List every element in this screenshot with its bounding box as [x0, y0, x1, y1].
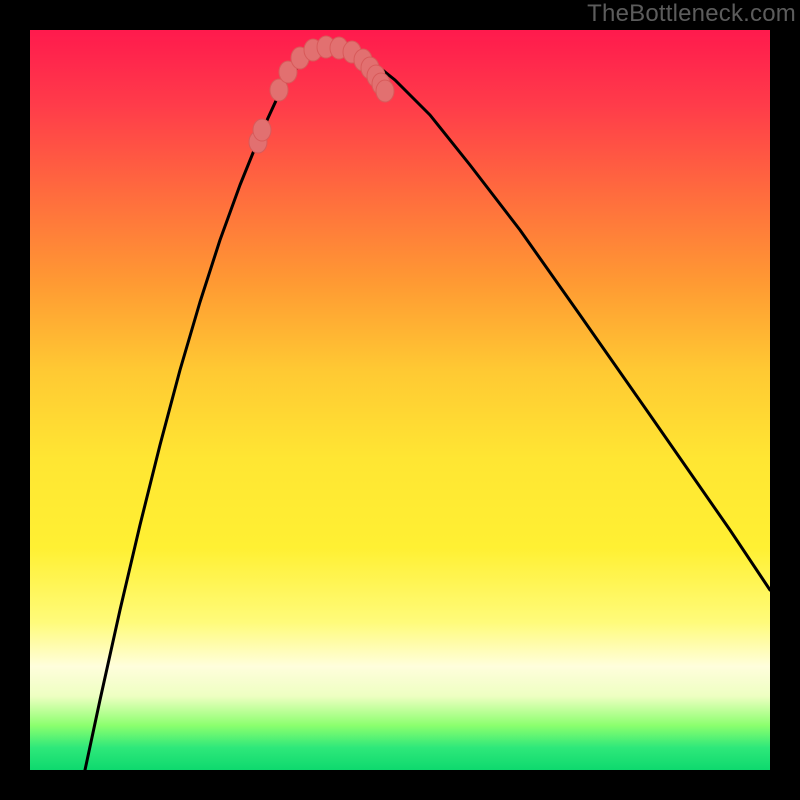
- chart-frame: TheBottleneck.com: [0, 0, 800, 800]
- data-marker: [253, 119, 271, 141]
- bottleneck-curve: [85, 47, 770, 770]
- chart-svg: [30, 30, 770, 770]
- data-marker: [376, 80, 394, 102]
- plot-area: [30, 30, 770, 770]
- watermark-text: TheBottleneck.com: [587, 0, 796, 28]
